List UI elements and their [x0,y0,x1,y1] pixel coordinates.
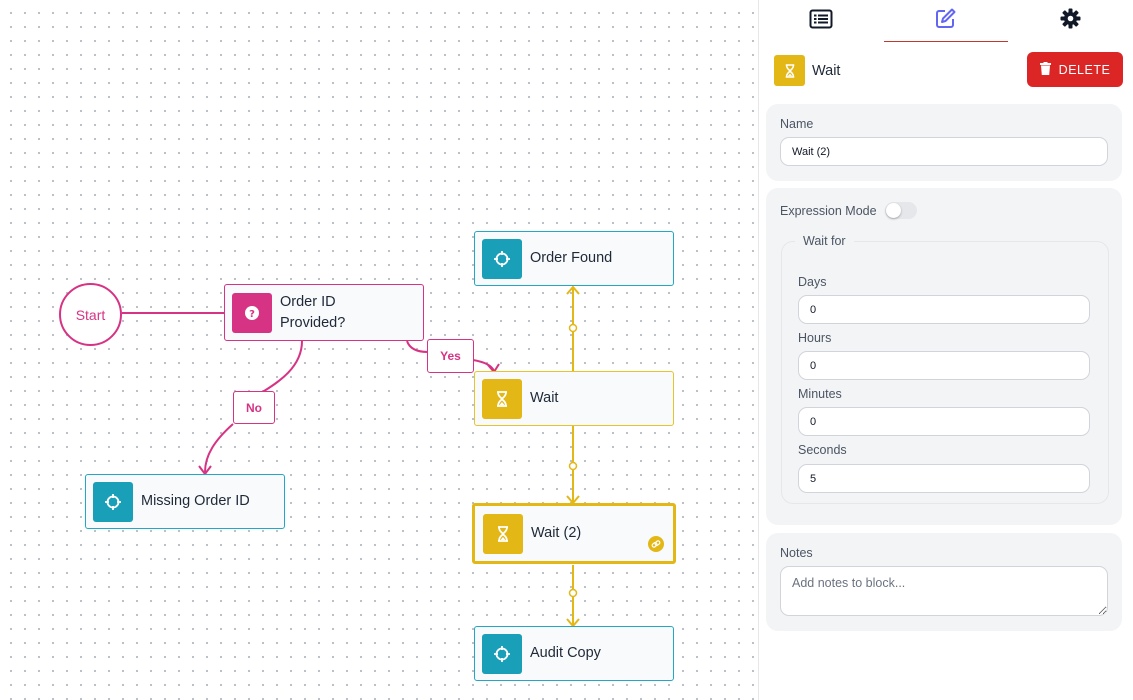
crosshair-icon [93,481,133,522]
wait-for-label: Wait for [803,234,846,248]
hours-label: Hours [798,331,832,345]
node-label: Audit Copy [530,645,601,661]
tab-list[interactable] [759,0,884,42]
block-settings-panel: Wait DELETE Name Expression Mode Wait fo… [758,0,1133,700]
edge-label-no[interactable]: No [233,391,275,424]
hourglass-icon [774,55,805,86]
block-title: Wait [812,62,841,79]
name-section: Name [766,104,1122,181]
svg-text:?: ? [249,309,255,320]
edge-label-no-text: No [246,400,262,415]
node-label: Order Found [530,250,613,266]
flow-edges [122,285,580,628]
gear-icon [1060,8,1081,34]
crosshair-icon [482,238,522,279]
link-icon[interactable] [648,536,664,552]
crosshair-icon [482,633,522,674]
node-order-found[interactable]: Order Found [474,231,674,286]
hourglass-icon [483,513,523,554]
days-input[interactable] [798,295,1090,324]
node-audit-copy[interactable]: Audit Copy [474,626,674,681]
delete-button[interactable]: DELETE [1027,52,1123,87]
days-label: Days [798,275,827,289]
panel-tabs [759,0,1133,42]
node-label: Wait [530,390,559,406]
notes-section: Notes [766,533,1122,631]
edit-icon [935,7,957,34]
edge-label-yes[interactable]: Yes [427,339,474,373]
start-node[interactable]: Start [59,283,122,346]
node-wait-2[interactable]: Wait (2) [472,503,676,564]
edge-label-yes-text: Yes [440,349,461,363]
start-label: Start [75,306,106,323]
notes-textarea[interactable] [780,566,1108,616]
node-label: Missing Order ID [141,493,250,509]
hours-input[interactable] [798,351,1090,380]
delete-button-label: DELETE [1058,62,1111,77]
flow-canvas[interactable]: Start ? Order ID Provided? No Yes Order … [0,0,758,700]
block-header: Wait DELETE [774,52,1123,87]
name-input[interactable] [780,137,1108,166]
node-label: Order ID Provided? [280,293,346,331]
hourglass-icon [482,378,522,419]
node-order-id-provided[interactable]: ? Order ID Provided? [224,284,424,341]
wait-config-section: Expression Mode Wait for Days Hours Minu… [766,188,1122,525]
expression-mode-toggle[interactable] [885,202,917,219]
node-wait[interactable]: Wait [474,371,674,426]
seconds-input[interactable] [798,464,1090,493]
node-missing-order-id[interactable]: Missing Order ID [85,474,285,529]
expression-mode-label: Expression Mode [780,204,877,218]
list-icon [809,9,833,34]
notes-label: Notes [780,546,813,560]
question-circle-icon: ? [232,292,272,333]
tab-settings[interactable] [1008,0,1133,42]
seconds-label: Seconds [798,443,847,457]
trash-icon [1039,61,1051,78]
minutes-input[interactable] [798,407,1090,436]
name-label: Name [780,117,814,131]
toggle-knob [886,203,901,218]
tab-edit[interactable] [883,0,1009,42]
minutes-label: Minutes [798,387,842,401]
node-label: Wait (2) [531,525,582,541]
